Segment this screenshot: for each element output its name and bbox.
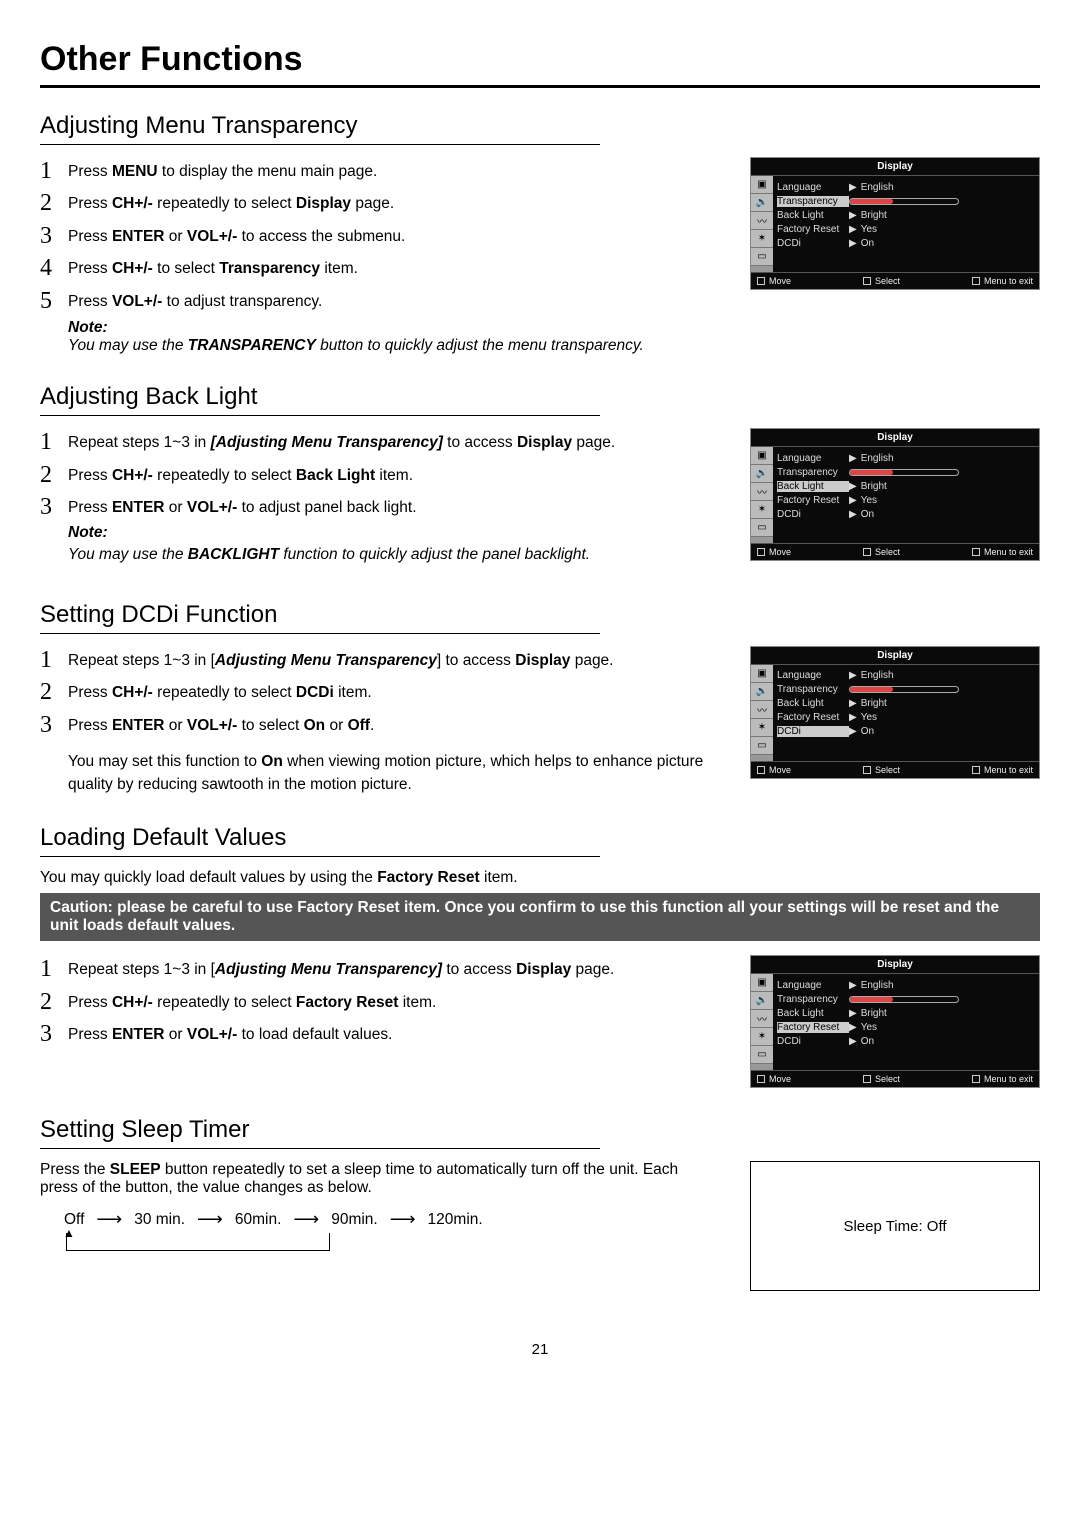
section-header: Loading Default Values <box>40 824 600 857</box>
arrow-right-icon: ⟶ <box>96 1209 122 1230</box>
step-text: Press ENTER or VOL+/- to select On or Of… <box>68 711 720 737</box>
step-number: 3 <box>40 711 68 737</box>
osd-display-backlight: Display ▣🔊〰✶▭ Language▶English Transpare… <box>750 428 1040 561</box>
step-text: Press CH+/- repeatedly to select Back Li… <box>68 461 720 487</box>
osd-tab-icon: 〰 <box>751 212 773 230</box>
step-number: 5 <box>40 287 68 313</box>
step-text: Press CH+/- to select Transparency item. <box>68 254 720 280</box>
sleep-flow: Off⟶ 30 min.⟶ 60min.⟶ 90min.⟶ 120min. ▲ <box>58 1209 720 1251</box>
step-number: 1 <box>40 955 68 981</box>
step-text: Press CH+/- repeatedly to select Factory… <box>68 988 720 1014</box>
osd-tab-icon: ✶ <box>751 230 773 248</box>
step-text: Repeat steps 1~3 in [Adjusting Menu Tran… <box>68 428 720 454</box>
step-text: Press ENTER or VOL+/- to access the subm… <box>68 222 720 248</box>
sleep-time-display: Sleep Time: Off <box>750 1161 1040 1291</box>
step-number: 2 <box>40 678 68 704</box>
section-header: Setting DCDi Function <box>40 601 600 634</box>
section-header: Adjusting Menu Transparency <box>40 112 600 145</box>
step-number: 2 <box>40 988 68 1014</box>
osd-tab-icon: ▣ <box>751 176 773 194</box>
step-text: Press ENTER or VOL+/- to adjust panel ba… <box>68 493 720 566</box>
step-text: Repeat steps 1~3 in [Adjusting Menu Tran… <box>68 646 720 672</box>
section-default: Loading Default Values You may quickly l… <box>40 824 1040 1088</box>
osd-display-factory-reset: Display ▣🔊〰✶▭ Language▶English Transpare… <box>750 955 1040 1088</box>
step-number: 1 <box>40 646 68 672</box>
step-text: Press VOL+/- to adjust transparency. <box>68 287 720 313</box>
osd-tab-icon: ▭ <box>751 248 773 266</box>
step-number: 2 <box>40 461 68 487</box>
step-text: Press CH+/- repeatedly to select DCDi it… <box>68 678 720 704</box>
step-number: 3 <box>40 1020 68 1046</box>
step-text: Repeat steps 1~3 in [Adjusting Menu Tran… <box>68 955 720 981</box>
extra-text: You may set this function to On when vie… <box>68 747 720 796</box>
step-number: 3 <box>40 222 68 248</box>
osd-tab-icon: 🔊 <box>751 194 773 212</box>
caution-box: Caution: please be careful to use Factor… <box>40 893 1040 941</box>
osd-display-dcdi: Display ▣🔊〰✶▭ Language▶English Transpare… <box>750 646 1040 779</box>
step-text: Press MENU to display the menu main page… <box>68 157 720 183</box>
note: Note: You may use the TRANSPARENCY butto… <box>68 319 720 355</box>
page-title: Other Functions <box>40 40 1040 88</box>
step-number: 3 <box>40 493 68 519</box>
page-number: 21 <box>40 1341 1040 1358</box>
section-sleep: Setting Sleep Timer Press the SLEEP butt… <box>40 1116 1040 1291</box>
arrow-right-icon: ⟶ <box>293 1209 319 1230</box>
arrow-right-icon: ⟶ <box>197 1209 223 1230</box>
step-number: 2 <box>40 189 68 215</box>
section-header: Adjusting Back Light <box>40 383 600 416</box>
step-number: 1 <box>40 157 68 183</box>
osd-display-transparency: Display ▣🔊〰✶▭ Language▶English Transpare… <box>750 157 1040 290</box>
section-transparency: Adjusting Menu Transparency 1Press MENU … <box>40 112 1040 355</box>
step-number: 4 <box>40 254 68 280</box>
sleep-text: Press the SLEEP button repeatedly to set… <box>40 1161 720 1197</box>
section-dcdi: Setting DCDi Function 1Repeat steps 1~3 … <box>40 601 1040 796</box>
arrow-right-icon: ⟶ <box>390 1209 416 1230</box>
section-header: Setting Sleep Timer <box>40 1116 600 1149</box>
step-text: Press ENTER or VOL+/- to load default va… <box>68 1020 720 1046</box>
section-backlight: Adjusting Back Light 1Repeat steps 1~3 i… <box>40 383 1040 572</box>
step-text: Press CH+/- repeatedly to select Display… <box>68 189 720 215</box>
slider-icon <box>849 198 959 205</box>
step-number: 1 <box>40 428 68 454</box>
loop-back-line <box>66 1233 330 1251</box>
intro-text: You may quickly load default values by u… <box>40 869 1040 887</box>
